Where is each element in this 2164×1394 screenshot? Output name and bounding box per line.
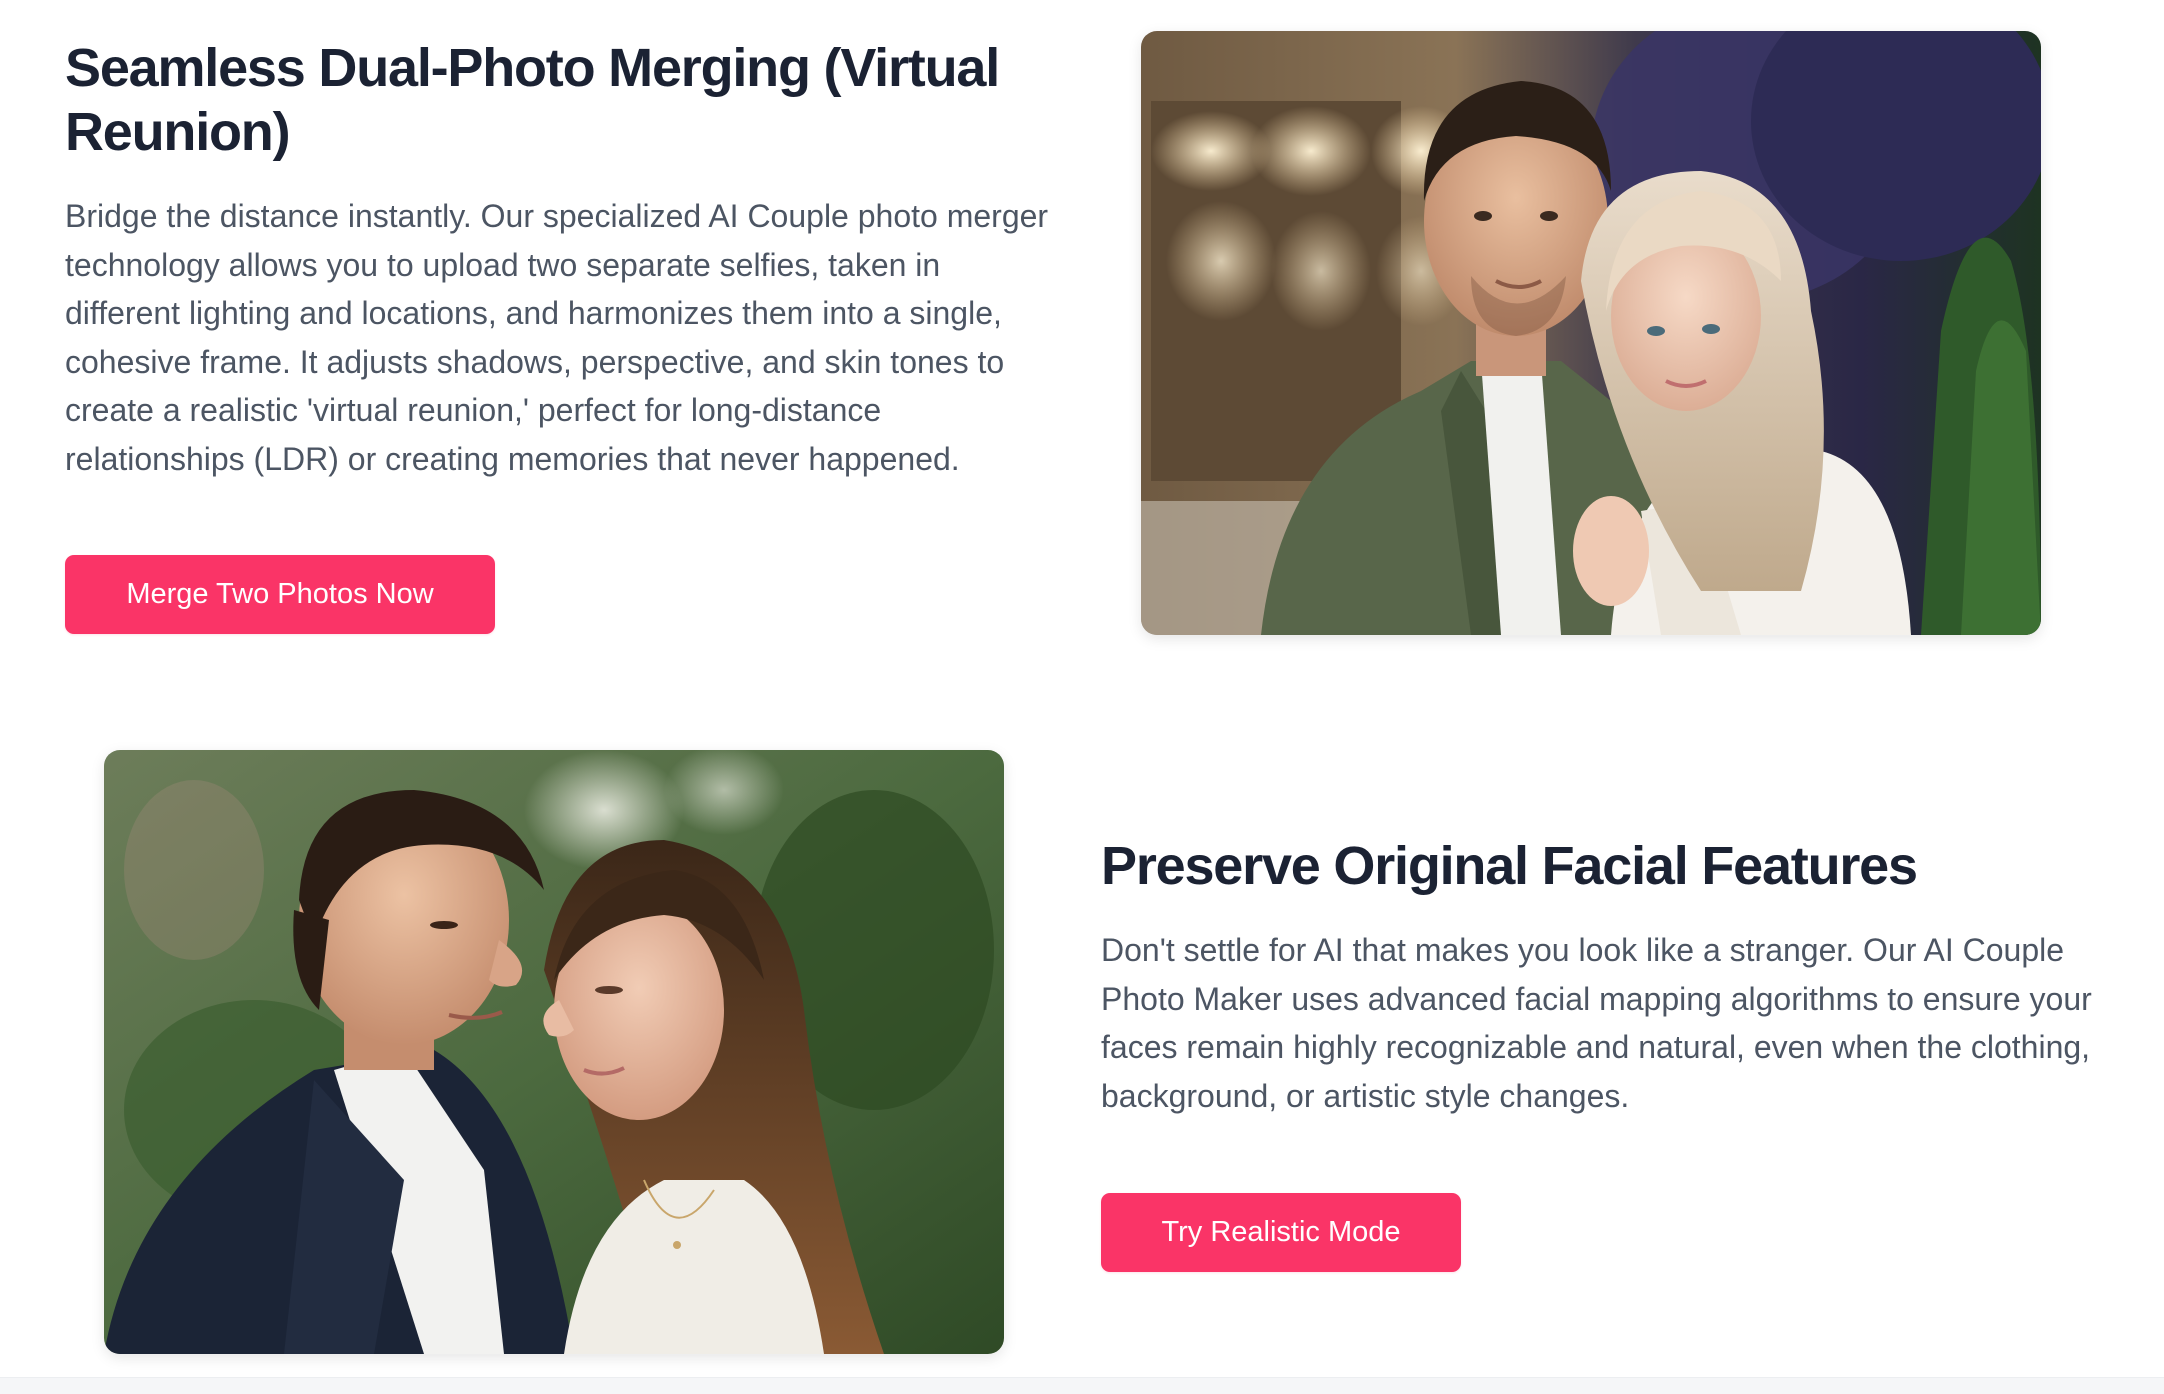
couple-photo-nose-touch [104, 750, 1004, 1354]
merge-two-photos-button[interactable]: Merge Two Photos Now [65, 555, 495, 634]
page: Seamless Dual-Photo Merging (Virtual Reu… [0, 0, 2164, 1394]
try-realistic-mode-button[interactable]: Try Realistic Mode [1101, 1193, 1461, 1272]
couple-photo-nose-touch-illustration [104, 750, 1004, 1354]
feature-description: Don't settle for AI that makes you look … [1101, 932, 2092, 1114]
feature-description: Bridge the distance instantly. Our speci… [65, 198, 1049, 477]
feature-title: Preserve Original Facial Features [1101, 836, 1918, 896]
footer-edge [0, 1377, 2164, 1394]
couple-photo-embrace-illustration [1141, 31, 2041, 635]
couple-photo-embrace [1141, 31, 2041, 635]
feature-title: Seamless Dual-Photo Merging (Virtual Reu… [65, 38, 1000, 162]
